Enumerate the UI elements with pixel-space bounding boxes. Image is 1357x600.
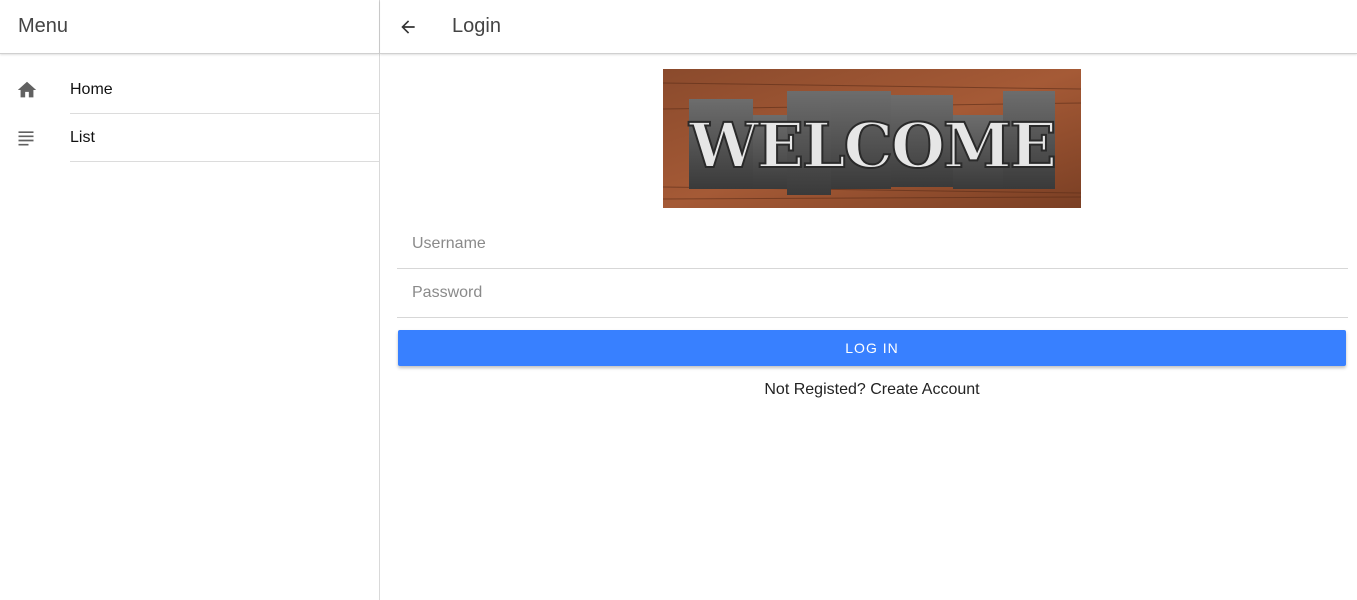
username-field[interactable] (397, 220, 1348, 269)
register-prompt: Not Registed? Create Account (380, 381, 1357, 399)
banner-text: WELCOME (688, 109, 1055, 182)
sidebar-item-home[interactable]: Home (0, 66, 379, 114)
password-field[interactable] (397, 269, 1348, 318)
page-title: Login (452, 15, 501, 37)
list-icon (0, 128, 70, 148)
password-input[interactable] (397, 269, 1348, 317)
username-input[interactable] (397, 220, 1348, 268)
main-content: Login WELCOME Username LOG IN Not Regist… (380, 0, 1357, 600)
welcome-banner-image: WELCOME (662, 69, 1082, 208)
sidebar: Menu Home List (0, 0, 380, 600)
home-icon (0, 79, 70, 101)
arrow-back-icon (398, 17, 418, 37)
login-button[interactable]: LOG IN (398, 330, 1346, 366)
sidebar-item-list[interactable]: List (0, 114, 379, 162)
sidebar-title: Menu (18, 15, 69, 37)
create-account-link[interactable]: Not Registed? Create Account (764, 381, 979, 398)
sidebar-header: Menu (0, 0, 379, 54)
sidebar-item-label: List (70, 114, 379, 162)
sidebar-item-label: Home (70, 66, 379, 114)
toolbar: Login (380, 0, 1357, 54)
back-button[interactable] (380, 0, 436, 54)
nav-list: Home List (0, 66, 379, 162)
